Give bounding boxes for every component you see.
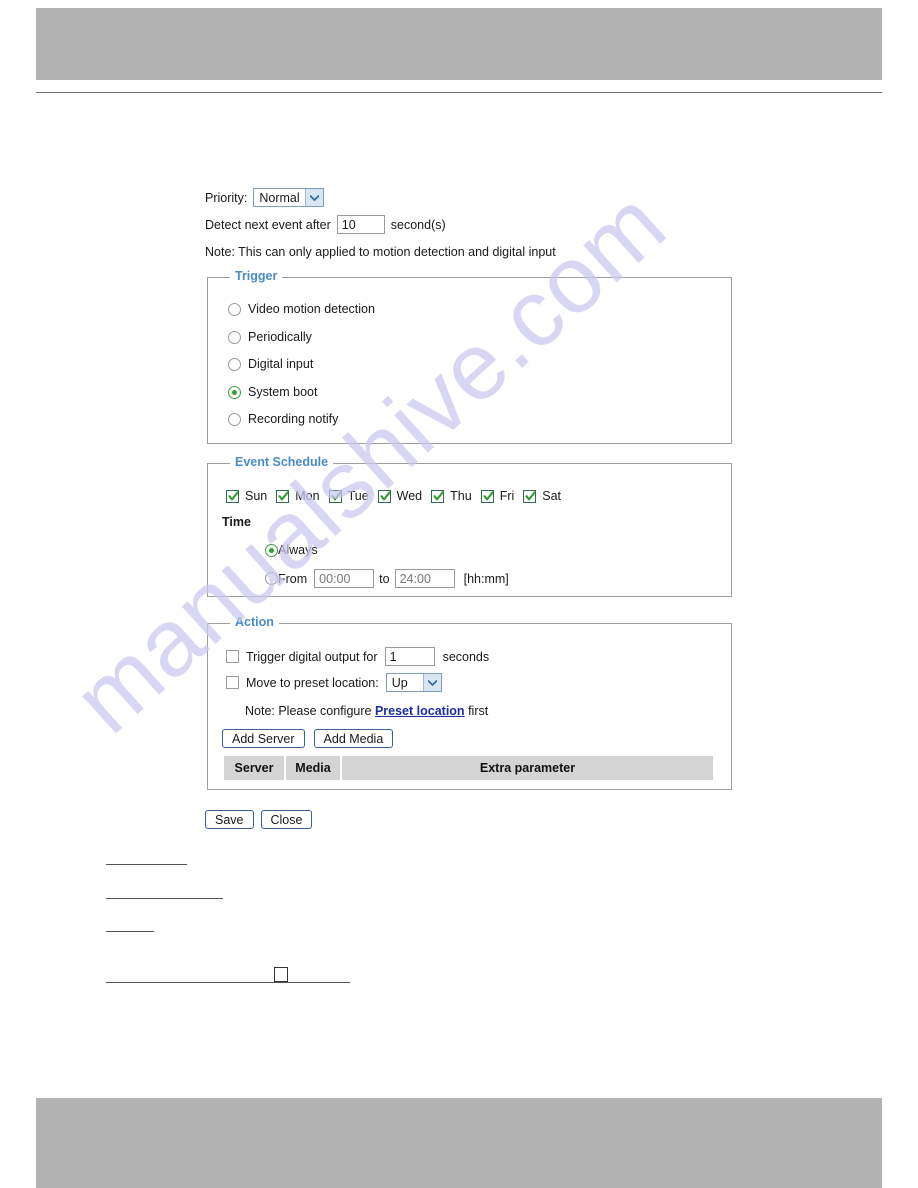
trigger-option-label: Digital input: [248, 357, 314, 371]
preset-location-link[interactable]: Preset location: [375, 704, 465, 718]
time-option-range[interactable]: From to [hh:mm]: [265, 569, 509, 588]
table-header-media: Media: [284, 756, 340, 780]
preset-location-note: Note: Please configure Preset location f…: [245, 704, 488, 718]
weekday-mon[interactable]: Mon: [276, 489, 320, 503]
save-button[interactable]: Save: [205, 810, 254, 829]
redacted-text-rule: [106, 982, 350, 983]
radio-selected-icon[interactable]: [228, 385, 241, 399]
form-footer-buttons: Save Close: [205, 810, 313, 829]
trigger-option-label: Video motion detection: [248, 302, 375, 316]
time-to-label: to: [379, 571, 390, 586]
preset-note-prefix: Note: Please configure: [245, 704, 372, 718]
weekday-sun[interactable]: Sun: [226, 489, 267, 503]
checkbox-checked-icon[interactable]: [328, 489, 342, 503]
priority-select[interactable]: Normal: [253, 188, 324, 207]
page-footer-banner: [36, 1098, 882, 1188]
chevron-down-icon: [304, 189, 323, 206]
weekday-label: Sun: [245, 489, 268, 503]
time-to-input[interactable]: [394, 569, 455, 588]
time-always-label: Always: [278, 543, 318, 557]
weekday-label: Fri: [499, 489, 515, 503]
weekday-label: Wed: [396, 489, 423, 503]
detect-next-event-unit: second(s): [390, 217, 446, 232]
checkbox-checked-icon[interactable]: [431, 489, 445, 503]
radio-icon[interactable]: [228, 302, 241, 316]
preset-note-suffix: first: [468, 704, 489, 718]
weekday-checkbox-row: Sun Mon Tue Wed Thu Fri Sat: [226, 489, 570, 503]
trigger-option-periodically[interactable]: Periodically: [228, 330, 312, 344]
weekday-label: Sat: [542, 489, 562, 503]
event-schedule-legend: Event Schedule: [230, 455, 334, 469]
trigger-option-label: Periodically: [248, 330, 312, 344]
weekday-fri[interactable]: Fri: [480, 489, 515, 503]
detect-next-event-label: Detect next event after: [205, 217, 331, 232]
redacted-text-rule: [106, 931, 154, 932]
checkbox-checked-icon[interactable]: [523, 489, 537, 503]
weekday-sat[interactable]: Sat: [523, 489, 561, 503]
action-trigger-digital-output-label: Trigger digital output for: [246, 649, 378, 664]
detect-next-event-input[interactable]: [336, 215, 385, 234]
radio-selected-icon[interactable]: [265, 543, 278, 557]
weekday-label: Mon: [295, 489, 320, 503]
radio-icon[interactable]: [228, 357, 241, 371]
time-option-always[interactable]: Always: [265, 543, 318, 557]
time-section-label: Time: [222, 515, 251, 529]
trigger-legend: Trigger: [230, 269, 283, 283]
preset-location-select-value: Up: [391, 675, 408, 690]
radio-icon[interactable]: [265, 572, 278, 585]
weekday-thu[interactable]: Thu: [431, 489, 472, 503]
detect-note-text: Note: This can only applied to motion de…: [205, 245, 556, 259]
time-from-label: From: [278, 571, 308, 586]
page-header-banner: [36, 8, 882, 80]
chevron-down-icon: [422, 674, 441, 691]
redacted-square-marker: [274, 967, 288, 982]
weekday-label: Tue: [347, 489, 369, 503]
redacted-text-rule: [106, 864, 187, 865]
action-trigger-digital-output-input[interactable]: [384, 647, 435, 666]
trigger-option-recording-notify[interactable]: Recording notify: [228, 412, 338, 426]
action-trigger-digital-output-row[interactable]: Trigger digital output for seconds: [226, 647, 489, 666]
add-server-button[interactable]: Add Server: [222, 729, 305, 748]
trigger-option-video-motion-detection[interactable]: Video motion detection: [228, 302, 375, 316]
checkbox-checked-icon[interactable]: [276, 489, 290, 503]
table-header-extra-parameter: Extra parameter: [340, 756, 713, 780]
trigger-option-digital-input[interactable]: Digital input: [228, 357, 313, 371]
checkbox-icon[interactable]: [226, 650, 239, 663]
trigger-option-label: System boot: [248, 385, 318, 399]
weekday-tue[interactable]: Tue: [328, 489, 369, 503]
weekday-label: Thu: [450, 489, 472, 503]
action-legend: Action: [230, 615, 279, 629]
priority-select-value: Normal: [259, 190, 300, 205]
checkbox-checked-icon[interactable]: [377, 489, 391, 503]
time-format-hint: [hh:mm]: [463, 571, 509, 586]
add-media-button[interactable]: Add Media: [313, 729, 394, 748]
close-button[interactable]: Close: [260, 810, 313, 829]
priority-row: Priority: Normal: [205, 188, 324, 207]
time-from-input[interactable]: [314, 569, 375, 588]
priority-label: Priority:: [205, 190, 248, 205]
weekday-wed[interactable]: Wed: [377, 489, 423, 503]
action-move-to-preset-row[interactable]: Move to preset location: Up: [226, 673, 442, 692]
preset-location-select[interactable]: Up: [385, 673, 442, 692]
redacted-text-rule: [106, 898, 223, 899]
checkbox-checked-icon[interactable]: [480, 489, 494, 503]
radio-icon[interactable]: [228, 330, 241, 344]
header-divider-rule: [36, 92, 882, 93]
table-header-server: Server: [222, 756, 284, 780]
action-add-buttons-row: Add Server Add Media: [222, 729, 394, 748]
checkbox-icon[interactable]: [226, 676, 239, 689]
detect-next-event-row: Detect next event after second(s): [205, 215, 446, 234]
trigger-option-label: Recording notify: [248, 412, 339, 426]
action-trigger-digital-output-unit: seconds: [442, 649, 490, 664]
trigger-option-system-boot[interactable]: System boot: [228, 385, 317, 399]
action-table-header: Server Media Extra parameter: [222, 756, 713, 780]
radio-icon[interactable]: [228, 412, 241, 426]
action-move-to-preset-label: Move to preset location:: [246, 675, 379, 690]
checkbox-checked-icon[interactable]: [226, 489, 239, 503]
